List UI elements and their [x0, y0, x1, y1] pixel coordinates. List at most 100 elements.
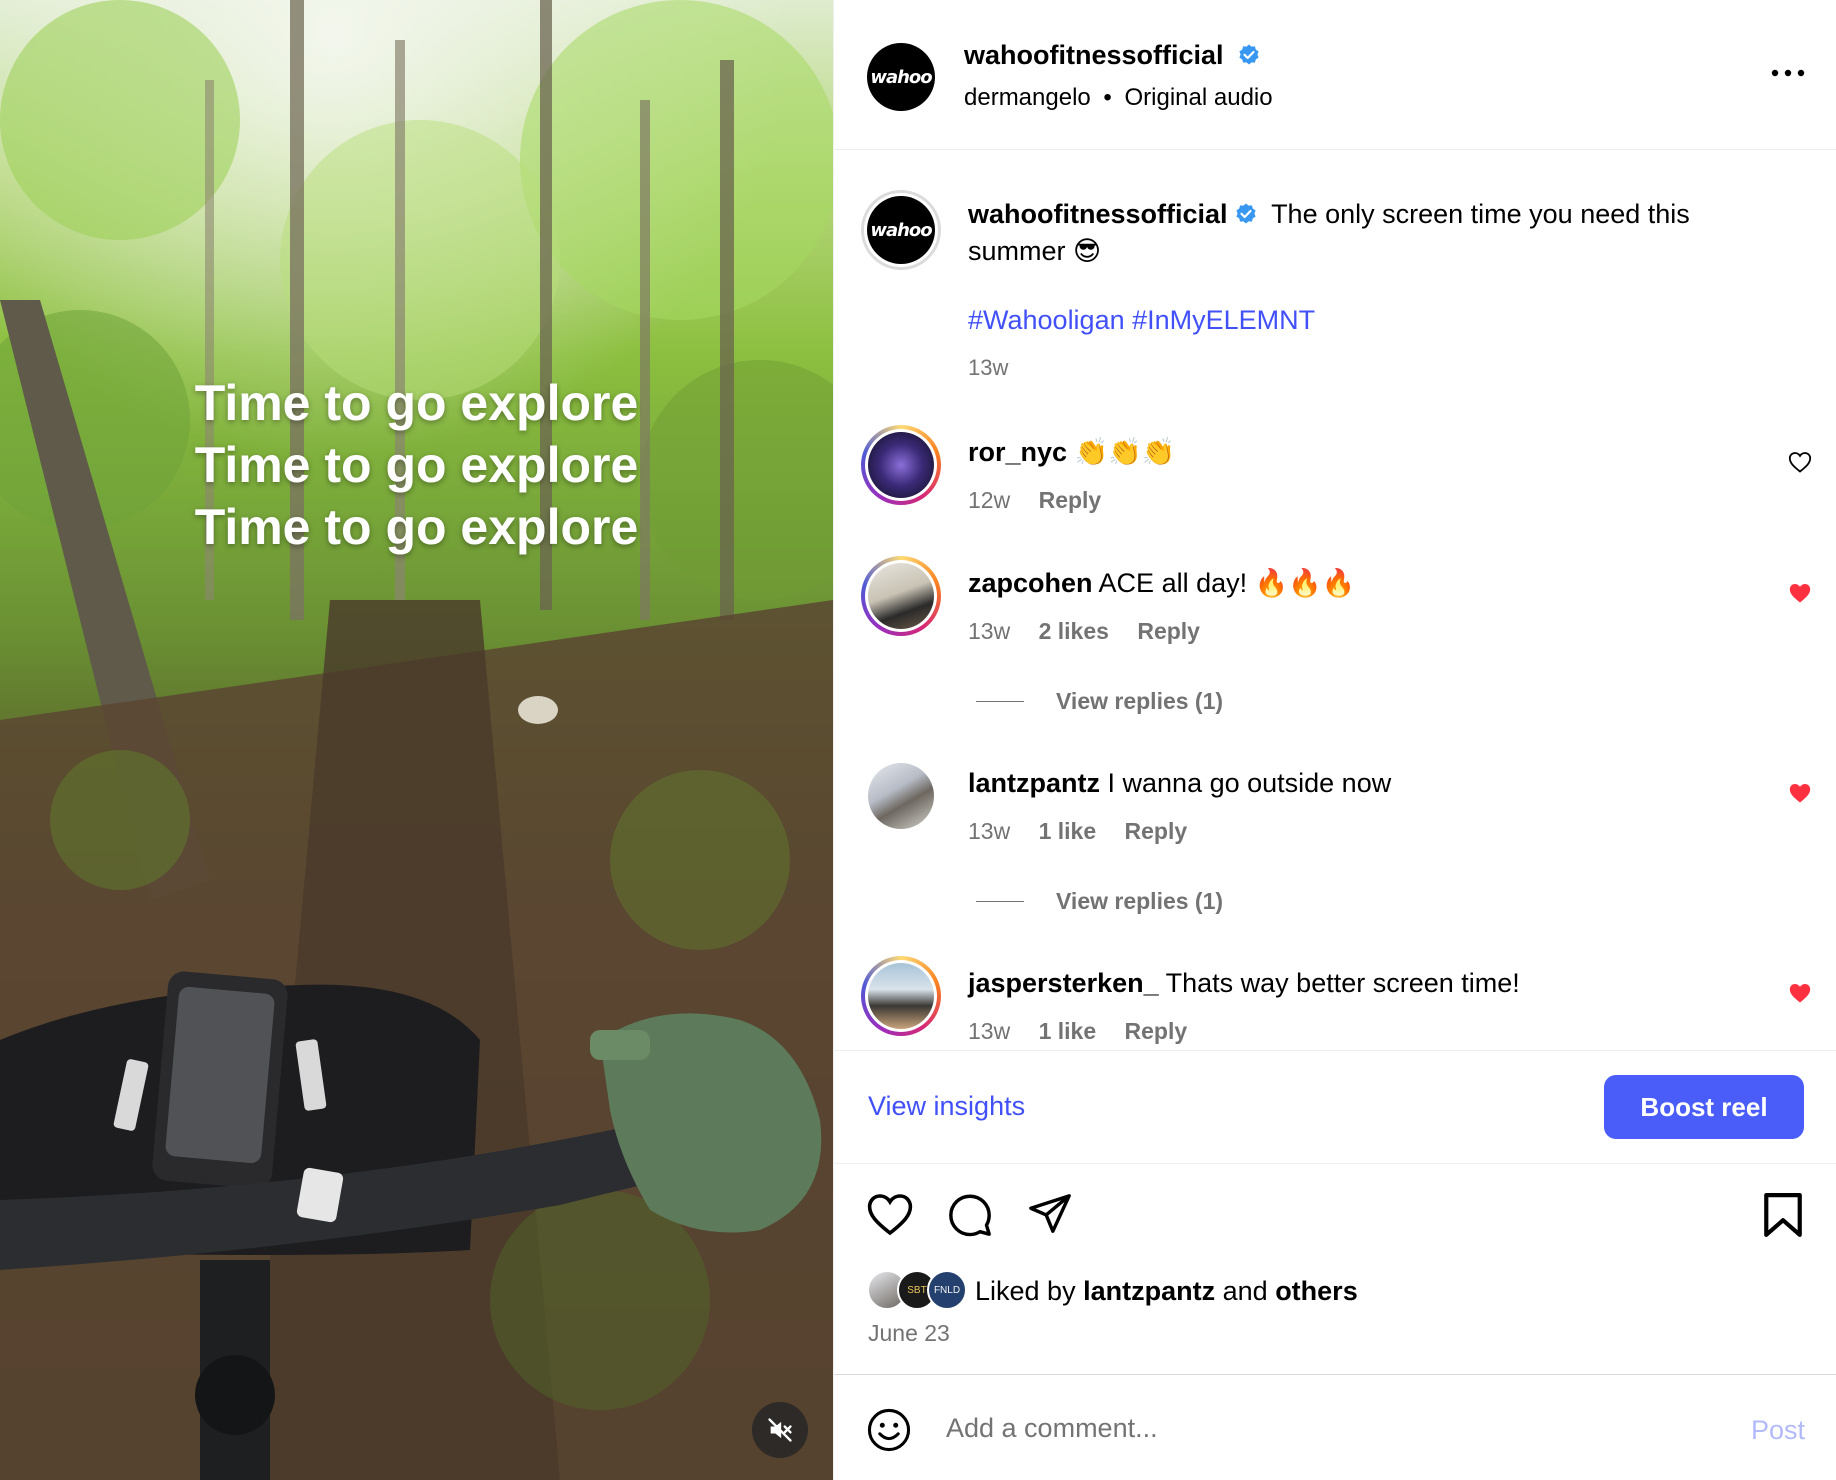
- comment-item: zapcohen ACE all day! 🔥🔥🔥 13w 2 likes Re…: [834, 556, 1836, 666]
- heart-outline-icon: [1788, 452, 1812, 473]
- caption-username[interactable]: wahoofitnessofficial: [968, 199, 1228, 229]
- comment-username[interactable]: ror_nyc: [968, 437, 1067, 467]
- avatar-image: [868, 432, 934, 498]
- verified-badge-icon: [1239, 44, 1259, 65]
- video-overlay-text: Time to go explore Time to go explore Ti…: [0, 372, 833, 558]
- heart-filled-icon: [1789, 984, 1811, 1003]
- reply-button[interactable]: Reply: [1137, 618, 1200, 644]
- view-replies-label: View replies (1): [1056, 888, 1224, 914]
- liked-by-and: and: [1222, 1276, 1268, 1306]
- post-comment-button[interactable]: Post: [1751, 1415, 1805, 1446]
- comment-time: 13w: [968, 618, 1011, 644]
- comment-time: 12w: [968, 487, 1011, 513]
- comment-button[interactable]: [947, 1192, 993, 1243]
- reel-video[interactable]: Time to go explore Time to go explore Ti…: [0, 0, 833, 1480]
- comment-like-button[interactable]: [1788, 582, 1812, 609]
- comment-content: 👏👏👏: [1074, 437, 1176, 467]
- add-comment-bar: Post: [834, 1374, 1836, 1480]
- caption-avatar[interactable]: wahoo: [861, 190, 941, 270]
- comment-avatar[interactable]: [861, 556, 941, 636]
- replies-divider-line: [976, 701, 1024, 702]
- muted-speaker-icon: [768, 1418, 792, 1442]
- comment-avatar[interactable]: [861, 956, 941, 1036]
- comment-text: ror_nyc 👏👏👏: [968, 435, 1175, 469]
- liked-by-avatars[interactable]: SBT FNLD: [867, 1270, 977, 1312]
- comment-avatar[interactable]: [861, 756, 941, 836]
- comment-username[interactable]: jaspersterken_: [968, 968, 1159, 998]
- overlay-line: Time to go explore: [194, 499, 639, 555]
- reply-button[interactable]: Reply: [1125, 818, 1188, 844]
- comment-like-button[interactable]: [1788, 982, 1812, 1009]
- more-horizontal-icon: [1771, 69, 1805, 77]
- liked-by-others-link[interactable]: others: [1275, 1276, 1358, 1306]
- post-header: wahoo wahoofitnessofficial dermangelo • …: [834, 0, 1836, 150]
- comment-meta: 13w 1 like Reply: [968, 1018, 1209, 1045]
- caption-avatar-logo: wahoo: [867, 196, 935, 264]
- liked-by-user-link[interactable]: lantzpantz: [1083, 1276, 1215, 1306]
- bookmark-icon: [1764, 1193, 1802, 1237]
- mute-button[interactable]: [752, 1402, 808, 1458]
- replies-divider-line: [976, 901, 1024, 902]
- overlay-line: Time to go explore: [194, 375, 639, 431]
- overlay-line: Time to go explore: [194, 437, 639, 493]
- forest-trail-scene: [0, 0, 833, 1480]
- share-button[interactable]: [1027, 1192, 1073, 1241]
- comment-content: Thats way better screen time!: [1165, 968, 1520, 998]
- post-actions: SBT FNLD Liked by lantzpantz and others …: [834, 1164, 1836, 1374]
- comment-username[interactable]: zapcohen: [968, 568, 1093, 598]
- add-comment-input[interactable]: [946, 1405, 1646, 1451]
- avatar-image: [868, 763, 934, 829]
- comment-content: ACE all day! 🔥🔥🔥: [1098, 568, 1356, 598]
- audio-info: dermangelo • Original audio: [964, 84, 1273, 112]
- more-options-button[interactable]: [1771, 58, 1805, 78]
- comment-likes-count[interactable]: 2 likes: [1039, 618, 1109, 644]
- reply-button[interactable]: Reply: [1039, 487, 1102, 513]
- comment-item: jaspersterken_ Thats way better screen t…: [834, 956, 1836, 1050]
- boost-reel-button[interactable]: Boost reel: [1604, 1075, 1804, 1139]
- separator-dot: •: [1103, 84, 1112, 111]
- comment-meta: 13w 2 likes Reply: [968, 618, 1222, 645]
- view-replies-label: View replies (1): [1056, 688, 1224, 714]
- comment-text: zapcohen ACE all day! 🔥🔥🔥: [968, 566, 1355, 600]
- caption-timestamp: 13w: [968, 355, 1009, 380]
- caption-hashtags[interactable]: #Wahooligan #InMyELEMNT: [968, 305, 1315, 336]
- comment-time: 13w: [968, 818, 1011, 844]
- account-avatar[interactable]: wahoo: [867, 43, 935, 111]
- comment-meta: 12w Reply: [968, 487, 1123, 514]
- comment-text: jaspersterken_ Thats way better screen t…: [968, 966, 1520, 1000]
- comment-avatar[interactable]: [861, 425, 941, 505]
- comment-item: ror_nyc 👏👏👏 12w Reply: [834, 425, 1836, 535]
- insights-bar: View insights Boost reel: [834, 1050, 1836, 1164]
- save-button[interactable]: [1762, 1192, 1804, 1243]
- post-date[interactable]: June 23: [868, 1320, 950, 1347]
- emoji-picker-button[interactable]: [866, 1407, 912, 1458]
- comments-list[interactable]: wahoo wahoofitnessofficial The only scre…: [834, 150, 1836, 1050]
- comment-meta: 13w 1 like Reply: [968, 818, 1209, 845]
- comment-like-button[interactable]: [1788, 451, 1812, 478]
- verified-badge-icon: [1235, 203, 1256, 224]
- like-button[interactable]: [866, 1192, 914, 1241]
- comment-like-button[interactable]: [1788, 782, 1812, 809]
- username-text[interactable]: wahoofitnessofficial: [964, 40, 1224, 70]
- heart-filled-icon: [1789, 584, 1811, 603]
- account-username[interactable]: wahoofitnessofficial: [964, 40, 1261, 71]
- reply-button[interactable]: Reply: [1125, 1018, 1188, 1044]
- post-panel: wahoo wahoofitnessofficial dermangelo • …: [833, 0, 1836, 1480]
- caption: wahoofitnessofficial The only screen tim…: [968, 196, 1788, 270]
- heart-filled-icon: [1789, 784, 1811, 803]
- audio-author-link[interactable]: dermangelo: [964, 84, 1091, 111]
- original-audio-link[interactable]: Original audio: [1125, 84, 1273, 111]
- comment-likes-count[interactable]: 1 like: [1039, 1018, 1097, 1044]
- view-replies-button[interactable]: View replies (1): [976, 688, 1223, 715]
- liked-by-prefix: Liked by: [975, 1276, 1076, 1306]
- comment-item: lantzpantz I wanna go outside now 13w 1 …: [834, 756, 1836, 866]
- comment-bubble-icon: [949, 1194, 991, 1237]
- avatar-image: [868, 963, 934, 1029]
- comment-time: 13w: [968, 1018, 1011, 1044]
- view-insights-link[interactable]: View insights: [868, 1091, 1025, 1122]
- send-paper-plane-icon: [1029, 1194, 1071, 1233]
- comment-username[interactable]: lantzpantz: [968, 768, 1100, 798]
- smiley-face-icon: [867, 1408, 911, 1452]
- comment-likes-count[interactable]: 1 like: [1039, 818, 1097, 844]
- view-replies-button[interactable]: View replies (1): [976, 888, 1223, 915]
